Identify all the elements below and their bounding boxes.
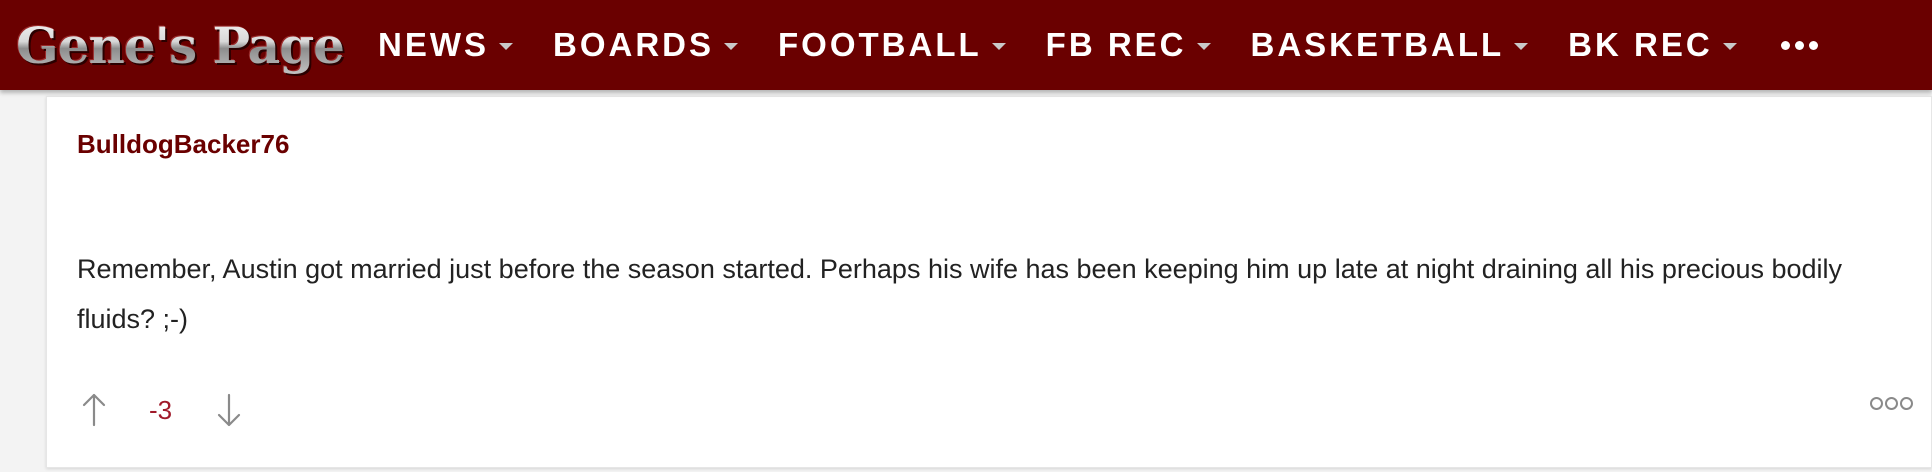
post-text: Remember, Austin got married just before… (77, 254, 1843, 334)
arrow-down-icon (218, 393, 241, 427)
nav-item-label: BASKETBALL (1250, 26, 1505, 63)
nav-item-basketball[interactable]: BASKETBALL (1251, 26, 1529, 64)
caret-down-icon (724, 42, 739, 50)
nav-item-football[interactable]: FOOTBALL (778, 26, 1006, 64)
nav-item-label: FB REC (1045, 26, 1187, 63)
main-nav: NEWS BOARDS FOOTBALL FB REC BASKETBALL B… (378, 26, 1818, 64)
nav-item-bk-rec[interactable]: BK REC (1568, 26, 1737, 64)
nav-item-fb-rec[interactable]: FB REC (1046, 26, 1211, 64)
arrow-up-icon (82, 393, 106, 427)
post-body: Remember, Austin got married just before… (77, 244, 1877, 344)
site-logo[interactable]: Gene's Page (16, 10, 346, 80)
caret-down-icon (1722, 42, 1737, 50)
downvote-button[interactable] (212, 390, 246, 430)
nav-item-label: BOARDS (553, 26, 715, 63)
caret-down-icon (1514, 42, 1529, 50)
ellipsis-icon[interactable] (1780, 40, 1818, 50)
caret-down-icon (499, 42, 513, 50)
nav-item-label: NEWS (378, 26, 489, 63)
caret-down-icon (991, 42, 1006, 50)
left-gutter (0, 90, 28, 472)
nav-item-boards[interactable]: BOARDS (553, 26, 739, 64)
nav-item-label: FOOTBALL (778, 26, 982, 63)
more-options-icon[interactable] (1870, 397, 1913, 410)
caret-down-icon (1196, 42, 1211, 50)
post-author[interactable]: BulldogBacker76 (77, 129, 289, 160)
nav-item-label: BK REC (1568, 26, 1713, 63)
top-navigation-bar: Gene's Page NEWS BOARDS FOOTBALL FB REC … (0, 0, 1932, 90)
vote-count: -3 (149, 394, 173, 425)
post-card: BulldogBacker76 Remember, Austin got mar… (46, 96, 1932, 468)
upvote-button[interactable] (77, 390, 111, 430)
nav-item-news[interactable]: NEWS (378, 26, 513, 64)
post-actions: -3 (77, 385, 246, 435)
